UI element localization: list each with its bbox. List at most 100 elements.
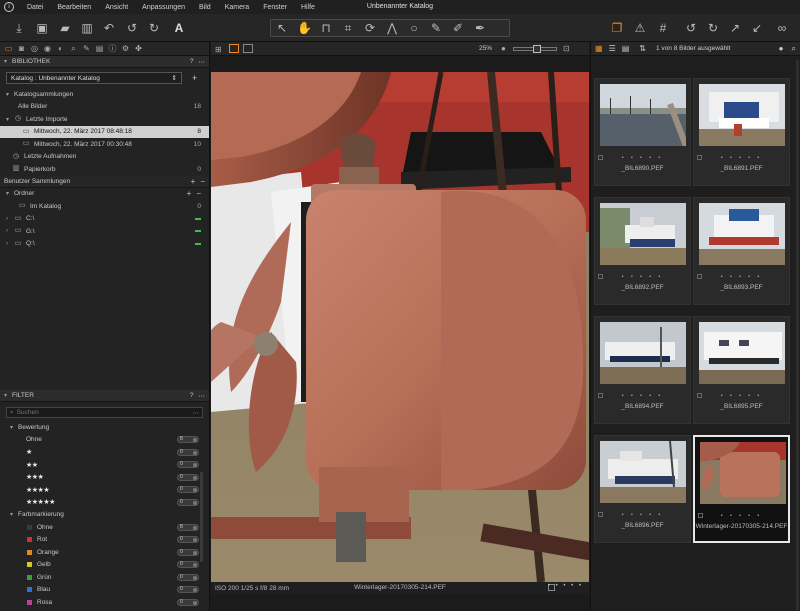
more-icon[interactable]: ⋯ <box>199 58 206 66</box>
add-catalog-icon[interactable]: + <box>192 73 197 83</box>
lens-tab-icon[interactable]: ◎ <box>30 44 39 53</box>
thumbnail[interactable]: • • • • • _BIL6890.PEF <box>594 78 691 186</box>
info-tab-icon[interactable]: ⓘ <box>108 44 117 53</box>
more-icon[interactable]: ⋯ <box>199 392 206 400</box>
recent-import-item[interactable]: ▭ Mittwoch, 22. März 2017 08:48:18 8 <box>0 125 209 138</box>
rating-dots[interactable]: • • • • • <box>694 155 789 161</box>
library-header[interactable]: ▾ BIBLIOTHEK? ⋯ <box>0 56 209 68</box>
grid-view-icon[interactable]: ⊞ <box>215 45 222 54</box>
color-label-row[interactable]: Gelb 0 <box>0 559 209 572</box>
details-tab-icon[interactable]: ⌕ <box>69 44 78 53</box>
color-count-toggle[interactable]: 0 <box>177 536 199 544</box>
add-folder-icon[interactable]: + <box>187 189 192 198</box>
rating-dots[interactable]: • • • • • <box>595 393 690 399</box>
rating-dots[interactable]: • • • • • <box>548 583 583 589</box>
rating-count-toggle[interactable]: 0 <box>177 498 199 506</box>
folder-icon[interactable]: ▰ <box>58 21 72 35</box>
rating-dots[interactable]: • • • • • <box>595 512 690 518</box>
color-count-toggle[interactable]: 0 <box>177 561 199 569</box>
rating-row[interactable]: ★★ 0 <box>0 459 209 472</box>
spot-icon[interactable]: ○ <box>407 21 421 35</box>
all-images-item[interactable]: Alle Bilder 18 <box>0 101 209 114</box>
drive-item[interactable]: › ▭ G:\ <box>0 225 209 238</box>
multi-view-icon[interactable] <box>243 44 253 53</box>
color-label-row[interactable]: Rosa 0 <box>0 596 209 609</box>
filter-search[interactable]: ⌕ ⋯ <box>6 407 203 418</box>
variants-icon[interactable]: ❐ <box>610 21 624 35</box>
rating-row[interactable]: ★★★★ 0 <box>0 484 209 497</box>
import-icon[interactable]: ⤓ <box>12 21 26 35</box>
rating-dots[interactable]: • • • • • <box>595 274 690 280</box>
menu-fenster[interactable]: Fenster <box>256 4 294 11</box>
menu-anpassungen[interactable]: Anpassungen <box>135 4 192 11</box>
pointer-icon[interactable]: ↖ <box>275 21 289 35</box>
menu-datei[interactable]: Datei <box>20 4 50 11</box>
grid-icon[interactable]: # <box>656 21 670 35</box>
adjust-tab-icon[interactable]: ✎ <box>82 44 91 53</box>
rating-dots[interactable]: • • • • • <box>595 155 690 161</box>
recent-import-item[interactable]: ▭ Mittwoch, 22. März 2017 00:30:48 10 <box>0 138 209 151</box>
recent-captures-item[interactable]: ◷ Letzte Aufnahmen <box>0 151 209 164</box>
capture-tab-icon[interactable]: ◙ <box>17 44 26 53</box>
color-tab-icon[interactable]: ◉ <box>43 44 52 53</box>
rating-count-toggle[interactable]: 0 <box>177 448 199 456</box>
color-label-row[interactable]: Grün 0 <box>0 571 209 584</box>
annotate-icon[interactable]: ✒ <box>473 21 487 35</box>
menu-kamera[interactable]: Kamera <box>218 4 257 11</box>
rating-dots[interactable]: • • • • • <box>695 513 788 519</box>
trash-item[interactable]: ▥ Papierkorb 0 <box>0 163 209 176</box>
main-image-viewer[interactable] <box>211 72 589 582</box>
menu-hilfe[interactable]: Hilfe <box>294 4 322 11</box>
menu-bild[interactable]: Bild <box>192 4 218 11</box>
undo-icon[interactable]: ↺ <box>125 21 139 35</box>
color-count-toggle[interactable]: 0 <box>177 548 199 556</box>
rating-row[interactable]: ★★★ 0 <box>0 471 209 484</box>
in-catalog-item[interactable]: ▭ Im Katalog 0 <box>0 200 209 213</box>
add-collection-icon[interactable]: + <box>191 177 196 186</box>
warning-icon[interactable]: ⚠ <box>633 21 647 35</box>
batch-tab-icon[interactable]: ✤ <box>134 44 143 53</box>
metadata-tab-icon[interactable]: ▤ <box>95 44 104 53</box>
color-count-toggle[interactable]: 0 <box>177 598 199 606</box>
folders-header[interactable]: ▾ Ordner + − <box>0 188 209 201</box>
zoom-slider-thumb[interactable] <box>533 45 541 53</box>
rotate-right-icon[interactable]: ↻ <box>706 21 720 35</box>
thumbnail[interactable]: • • • • • _BIL6891.PEF <box>693 78 790 186</box>
library-tab-icon[interactable]: ▭ <box>4 44 13 53</box>
rating-dots[interactable]: • • • • • <box>694 393 789 399</box>
thumbnail[interactable]: • • • • • _BIL6894.PEF <box>594 316 691 424</box>
rating-count-toggle[interactable]: 8 <box>177 436 199 444</box>
rotate-left-icon[interactable]: ↺ <box>684 21 698 35</box>
rating-row[interactable]: ★ 0 <box>0 446 209 459</box>
rating-count-toggle[interactable]: 0 <box>177 473 199 481</box>
rating-count-toggle[interactable]: 0 <box>177 461 199 469</box>
text-tool-icon[interactable]: A <box>172 21 186 35</box>
help-icon[interactable]: ? <box>190 392 194 399</box>
drive-item[interactable]: › ▭ C:\ <box>0 213 209 226</box>
keystone-icon[interactable]: ⋀ <box>385 21 399 35</box>
app-logo-icon[interactable]: i <box>4 2 14 12</box>
camera-icon[interactable]: ▣ <box>35 21 49 35</box>
color-count-toggle[interactable]: 8 <box>177 523 199 531</box>
sort-icon[interactable]: ⇅ <box>639 44 646 53</box>
thumbnail[interactable]: • • • • • _BIL6895.PEF <box>693 316 790 424</box>
rating-dots[interactable]: • • • • • <box>694 274 789 280</box>
thumbnail[interactable]: • • • • • _BIL6893.PEF <box>693 197 790 305</box>
menu-ansicht[interactable]: Ansicht <box>98 4 135 11</box>
help-icon[interactable]: ? <box>190 58 194 65</box>
trash-icon[interactable]: ▥ <box>80 21 94 35</box>
rating-row[interactable]: ★★★★★ 0 <box>0 496 209 509</box>
output-tab-icon[interactable]: ⚙ <box>121 44 130 53</box>
drive-item[interactable]: › ▭ Q:\ <box>0 238 209 251</box>
layout-icon[interactable]: ⊓ <box>319 21 333 35</box>
collections-header[interactable]: ▾ Katalogsammlungen <box>0 88 209 101</box>
compare-icon[interactable]: ∞ <box>772 21 792 35</box>
remove-folder-icon[interactable]: − <box>196 189 201 198</box>
color-label-row[interactable]: Rot 0 <box>0 534 209 547</box>
collapse-icon[interactable]: ↙ <box>750 21 764 35</box>
search-input[interactable] <box>16 409 193 416</box>
color-label-row[interactable]: Ohne 8 <box>0 521 209 534</box>
search-options-icon[interactable]: ⋯ <box>193 409 200 417</box>
color-count-toggle[interactable]: 0 <box>177 586 199 594</box>
menu-bearbeiten[interactable]: Bearbeiten <box>50 4 98 11</box>
